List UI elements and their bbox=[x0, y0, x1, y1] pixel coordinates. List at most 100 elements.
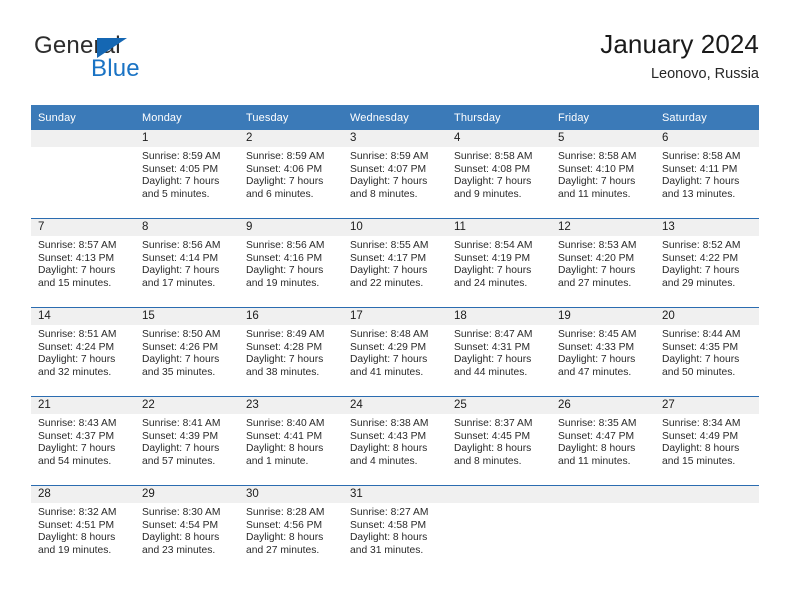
day-number: 13 bbox=[655, 219, 759, 236]
calendar-day-cell[interactable]: 26 Sunrise: 8:35 AM Sunset: 4:47 PM Dayligh… bbox=[551, 396, 655, 486]
day-detail-line: and 54 minutes. bbox=[38, 455, 112, 467]
calendar-day-cell[interactable]: 24 Sunrise: 8:38 AM Sunset: 4:43 PM Dayligh… bbox=[343, 396, 447, 486]
day-detail-line: Sunset: 4:19 PM bbox=[454, 252, 531, 264]
day-detail: Sunrise: 8:48 AM Sunset: 4:29 PM Daylight:… bbox=[343, 325, 447, 379]
calendar-day-cell[interactable]: 30 Sunrise: 8:28 AM Sunset: 4:56 PM Dayligh… bbox=[239, 485, 343, 574]
day-detail: Sunrise: 8:30 AM Sunset: 4:54 PM Daylight:… bbox=[135, 503, 239, 557]
day-cell-content: 19 Sunrise: 8:45 AM Sunset: 4:33 PM Dayligh… bbox=[551, 308, 655, 396]
calendar-day-cell[interactable]: 2 Sunrise: 8:59 AM Sunset: 4:06 PM Daylight… bbox=[239, 130, 343, 219]
day-detail-line: Sunset: 4:17 PM bbox=[350, 252, 427, 264]
calendar-day-cell[interactable]: 21 Sunrise: 8:43 AM Sunset: 4:37 PM Dayligh… bbox=[31, 396, 135, 486]
day-detail-line: and 1 minute. bbox=[246, 455, 309, 467]
day-detail: Sunrise: 8:45 AM Sunset: 4:33 PM Daylight:… bbox=[551, 325, 655, 379]
calendar-day-cell[interactable]: 10 Sunrise: 8:55 AM Sunset: 4:17 PM Dayligh… bbox=[343, 218, 447, 308]
location-label: Leonovo, Russia bbox=[650, 65, 759, 82]
day-detail-line: Sunset: 4:10 PM bbox=[558, 163, 635, 175]
day-detail-line: Daylight: 7 hours bbox=[38, 265, 116, 277]
day-cell-content: 29 Sunrise: 8:30 AM Sunset: 4:54 PM Dayligh… bbox=[135, 486, 239, 574]
calendar-day-cell[interactable]: 17 Sunrise: 8:48 AM Sunset: 4:29 PM Dayligh… bbox=[343, 307, 447, 397]
weekday-header-saturday: Saturday bbox=[655, 105, 759, 130]
day-number: 15 bbox=[135, 308, 239, 325]
day-detail-line: and 11 minutes. bbox=[558, 188, 631, 200]
calendar-day-cell[interactable]: 22 Sunrise: 8:41 AM Sunset: 4:39 PM Dayligh… bbox=[135, 396, 239, 486]
calendar-day-cell[interactable]: 29 Sunrise: 8:30 AM Sunset: 4:54 PM Dayligh… bbox=[135, 485, 239, 574]
day-number: 7 bbox=[31, 219, 135, 236]
day-detail-line: Sunrise: 8:55 AM bbox=[350, 240, 429, 251]
day-number: 11 bbox=[447, 219, 551, 236]
day-number: 24 bbox=[343, 397, 447, 414]
day-detail-line: Sunset: 4:20 PM bbox=[558, 252, 635, 264]
calendar-day-cell[interactable]: 19 Sunrise: 8:45 AM Sunset: 4:33 PM Dayligh… bbox=[551, 307, 655, 397]
day-detail-line: Sunset: 4:22 PM bbox=[662, 252, 739, 264]
general-blue-logo[interactable]: General Blue bbox=[31, 34, 211, 94]
day-cell-content: 15 Sunrise: 8:50 AM Sunset: 4:26 PM Dayligh… bbox=[135, 308, 239, 396]
day-detail-line: Daylight: 7 hours bbox=[246, 176, 324, 188]
calendar-day-cell[interactable]: 11 Sunrise: 8:54 AM Sunset: 4:19 PM Dayligh… bbox=[447, 218, 551, 308]
day-detail-line: Daylight: 7 hours bbox=[38, 354, 116, 366]
calendar-day-cell[interactable]: 8 Sunrise: 8:56 AM Sunset: 4:14 PM Daylight… bbox=[135, 218, 239, 308]
day-detail-line: and 35 minutes. bbox=[142, 366, 216, 378]
day-detail: Sunrise: 8:43 AM Sunset: 4:37 PM Daylight:… bbox=[31, 414, 135, 468]
day-detail-line: Sunrise: 8:49 AM bbox=[246, 329, 325, 340]
calendar-day-cell[interactable]: 31 Sunrise: 8:27 AM Sunset: 4:58 PM Dayligh… bbox=[343, 485, 447, 574]
day-detail-line: and 44 minutes. bbox=[454, 366, 528, 378]
calendar-day-cell[interactable]: 12 Sunrise: 8:53 AM Sunset: 4:20 PM Dayligh… bbox=[551, 218, 655, 308]
day-detail: Sunrise: 8:40 AM Sunset: 4:41 PM Daylight:… bbox=[239, 414, 343, 468]
day-number: 3 bbox=[343, 130, 447, 147]
weekday-header-monday: Monday bbox=[135, 105, 239, 130]
calendar-day-cell[interactable]: 9 Sunrise: 8:56 AM Sunset: 4:16 PM Daylight… bbox=[239, 218, 343, 308]
day-detail-line: Sunset: 4:13 PM bbox=[38, 252, 115, 264]
day-detail-line: Daylight: 7 hours bbox=[142, 176, 220, 188]
calendar-day-cell[interactable]: 5 Sunrise: 8:58 AM Sunset: 4:10 PM Daylight… bbox=[551, 130, 655, 219]
day-detail-line: and 13 minutes. bbox=[662, 188, 736, 200]
calendar-day-cell[interactable]: 16 Sunrise: 8:49 AM Sunset: 4:28 PM Dayligh… bbox=[239, 307, 343, 397]
day-detail-line: and 8 minutes. bbox=[454, 455, 522, 467]
day-cell-content: 30 Sunrise: 8:28 AM Sunset: 4:56 PM Dayligh… bbox=[239, 486, 343, 574]
calendar-day-cell[interactable]: 18 Sunrise: 8:47 AM Sunset: 4:31 PM Dayligh… bbox=[447, 307, 551, 397]
day-detail: Sunrise: 8:38 AM Sunset: 4:43 PM Daylight:… bbox=[343, 414, 447, 468]
calendar-day-cell[interactable]: 13 Sunrise: 8:52 AM Sunset: 4:22 PM Dayligh… bbox=[655, 218, 759, 308]
day-number: 29 bbox=[135, 486, 239, 503]
title-block: January 2024 Leonovo, Russia bbox=[600, 29, 759, 83]
day-detail-line: and 19 minutes. bbox=[38, 544, 112, 556]
day-number: 14 bbox=[31, 308, 135, 325]
calendar-day-cell[interactable]: 23 Sunrise: 8:40 AM Sunset: 4:41 PM Dayligh… bbox=[239, 396, 343, 486]
day-cell-content: 27 Sunrise: 8:34 AM Sunset: 4:49 PM Dayligh… bbox=[655, 397, 759, 485]
day-number: 9 bbox=[239, 219, 343, 236]
day-detail-line: Sunset: 4:41 PM bbox=[246, 430, 323, 442]
day-detail: Sunrise: 8:51 AM Sunset: 4:24 PM Daylight:… bbox=[31, 325, 135, 379]
day-detail-line: Daylight: 8 hours bbox=[558, 443, 636, 455]
day-detail-line: Sunset: 4:47 PM bbox=[558, 430, 635, 442]
day-detail-line: Sunrise: 8:48 AM bbox=[350, 329, 429, 340]
day-cell-content: 18 Sunrise: 8:47 AM Sunset: 4:31 PM Dayligh… bbox=[447, 308, 551, 396]
day-detail-line: and 22 minutes. bbox=[350, 277, 424, 289]
calendar-day-cell[interactable]: 6 Sunrise: 8:58 AM Sunset: 4:11 PM Daylight… bbox=[655, 130, 759, 219]
day-cell-content bbox=[31, 130, 135, 218]
day-cell-content bbox=[655, 486, 759, 574]
day-detail-line: Sunset: 4:26 PM bbox=[142, 341, 219, 353]
calendar-day-cell[interactable]: 25 Sunrise: 8:37 AM Sunset: 4:45 PM Dayligh… bbox=[447, 396, 551, 486]
day-cell-content bbox=[551, 486, 655, 574]
calendar-day-cell[interactable]: 7 Sunrise: 8:57 AM Sunset: 4:13 PM Daylight… bbox=[31, 218, 135, 308]
day-detail-line: Sunset: 4:11 PM bbox=[662, 163, 738, 175]
calendar-day-cell[interactable]: 15 Sunrise: 8:50 AM Sunset: 4:26 PM Dayligh… bbox=[135, 307, 239, 397]
day-cell-content: 24 Sunrise: 8:38 AM Sunset: 4:43 PM Dayligh… bbox=[343, 397, 447, 485]
day-cell-content: 16 Sunrise: 8:49 AM Sunset: 4:28 PM Dayligh… bbox=[239, 308, 343, 396]
calendar-day-cell[interactable]: 3 Sunrise: 8:59 AM Sunset: 4:07 PM Daylight… bbox=[343, 130, 447, 219]
calendar-day-cell[interactable]: 14 Sunrise: 8:51 AM Sunset: 4:24 PM Dayligh… bbox=[31, 307, 135, 397]
calendar-day-cell[interactable]: 28 Sunrise: 8:32 AM Sunset: 4:51 PM Dayligh… bbox=[31, 485, 135, 574]
day-detail: Sunrise: 8:55 AM Sunset: 4:17 PM Daylight:… bbox=[343, 236, 447, 290]
day-detail-line: Daylight: 7 hours bbox=[350, 176, 428, 188]
weekday-header-thursday: Thursday bbox=[447, 105, 551, 130]
weekday-header-friday: Friday bbox=[551, 105, 655, 130]
calendar-day-cell[interactable]: 4 Sunrise: 8:58 AM Sunset: 4:08 PM Daylight… bbox=[447, 130, 551, 219]
day-detail-line: and 6 minutes. bbox=[246, 188, 314, 200]
day-cell-content: 13 Sunrise: 8:52 AM Sunset: 4:22 PM Dayligh… bbox=[655, 219, 759, 307]
day-detail-line: and 27 minutes. bbox=[246, 544, 320, 556]
day-detail-line: and 4 minutes. bbox=[350, 455, 418, 467]
calendar-day-cell[interactable]: 27 Sunrise: 8:34 AM Sunset: 4:49 PM Dayligh… bbox=[655, 396, 759, 486]
day-detail-line: and 19 minutes. bbox=[246, 277, 320, 289]
day-detail-line: Sunrise: 8:59 AM bbox=[350, 151, 429, 162]
calendar-day-cell[interactable]: 20 Sunrise: 8:44 AM Sunset: 4:35 PM Dayligh… bbox=[655, 307, 759, 397]
calendar-day-cell[interactable]: 1 Sunrise: 8:59 AM Sunset: 4:05 PM Daylight… bbox=[135, 130, 239, 219]
